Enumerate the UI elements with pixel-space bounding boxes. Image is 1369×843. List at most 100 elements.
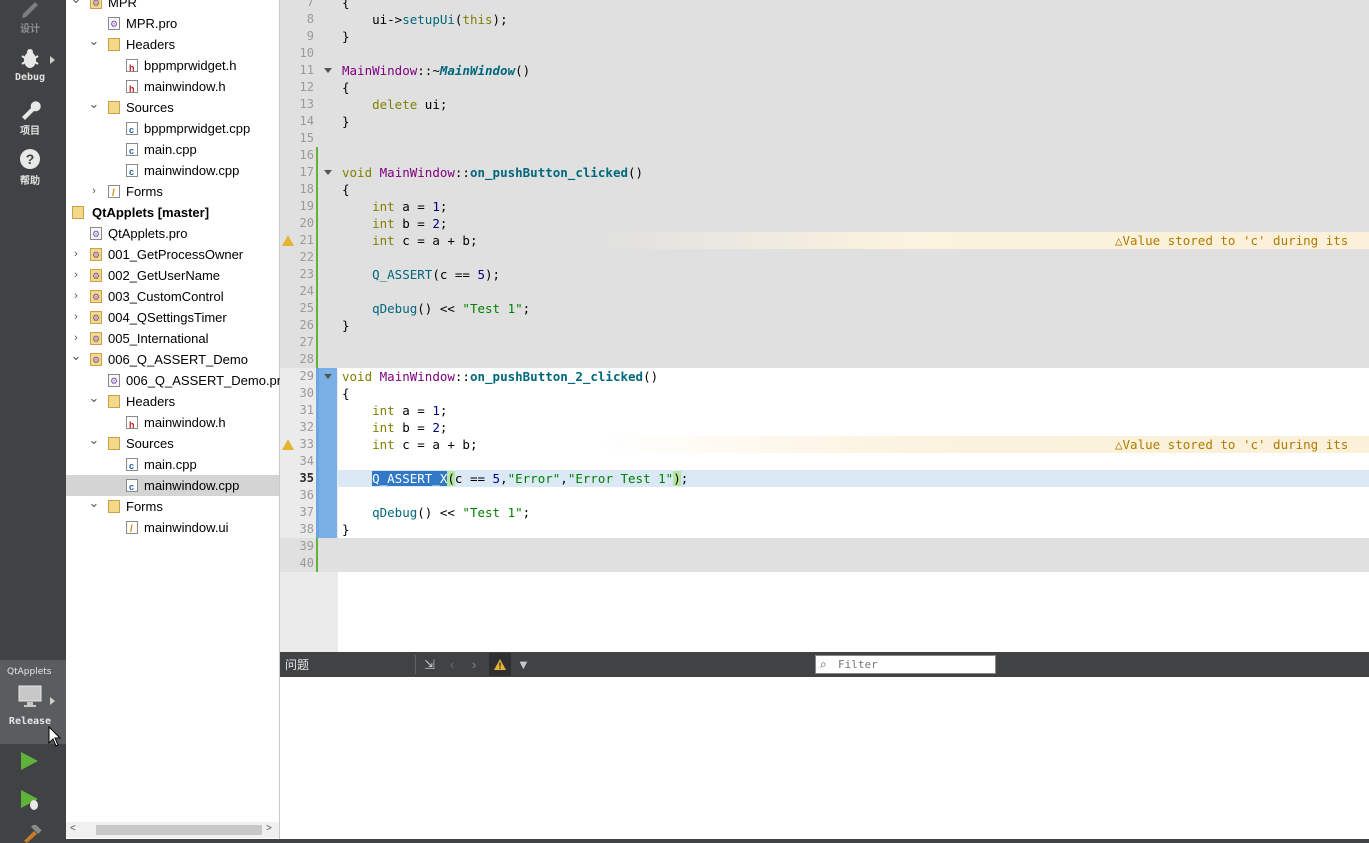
chevron-right-icon[interactable]: › <box>70 265 82 286</box>
code-line[interactable]: delete ui; <box>342 96 447 113</box>
tree-item[interactable]: bppmprwidget.cpp <box>66 118 279 141</box>
chevron-down-icon[interactable]: ⌄ <box>88 93 100 114</box>
warning-annotation[interactable]: △Value stored to 'c' during its <box>1115 436 1348 453</box>
code-line[interactable]: int b = 2; <box>342 419 447 436</box>
code-line[interactable]: qDebug() << "Test 1"; <box>342 300 530 317</box>
scrollbar-thumb[interactable] <box>96 825 262 835</box>
mode-debug[interactable]: Debug <box>0 46 60 83</box>
pro-file-icon <box>108 14 120 35</box>
chevron-down-icon[interactable]: ⌄ <box>88 30 100 51</box>
tree-item[interactable]: main.cpp <box>66 139 279 162</box>
code-line[interactable]: Q_ASSERT(c == 5); <box>342 266 500 283</box>
issues-list[interactable] <box>280 677 1369 839</box>
code-line[interactable]: int c = a + b; <box>342 436 477 453</box>
code-line[interactable]: int b = 2; <box>342 215 447 232</box>
chevron-down-icon[interactable]: ⌄ <box>88 492 100 513</box>
tree-item-label: bppmprwidget.h <box>144 58 237 73</box>
chevron-down-icon[interactable]: ⌄ <box>88 387 100 408</box>
tree-item-label: main.cpp <box>144 457 197 472</box>
code-line[interactable]: int a = 1; <box>342 198 447 215</box>
prev-icon[interactable]: ‹ <box>450 657 454 672</box>
code-line[interactable]: { <box>342 79 350 96</box>
tree-item[interactable]: ⌄ Sources <box>66 432 279 454</box>
code-line[interactable]: { <box>342 0 350 11</box>
tree-item[interactable]: › 004_QSettingsTimer <box>66 307 279 329</box>
tree-item[interactable]: ⌄ MPR <box>66 0 279 14</box>
tree-item[interactable]: QtApplets [master] <box>66 202 279 223</box>
line-number: 22 <box>299 250 314 264</box>
mode-design[interactable]: 设计 <box>0 0 60 35</box>
clean-icon[interactable]: ⇲ <box>424 657 435 673</box>
code-line[interactable]: int c = a + b; <box>342 232 477 249</box>
run-icon[interactable] <box>18 750 40 772</box>
code-line[interactable]: { <box>342 385 350 402</box>
tree-item[interactable]: ⌄ Headers <box>66 390 279 412</box>
code-line[interactable]: { <box>342 181 350 198</box>
tree-item-label: Sources <box>126 100 174 115</box>
tree-item[interactable]: › 003_CustomControl <box>66 286 279 308</box>
tree-item[interactable]: ⌄ 006_Q_ASSERT_Demo <box>66 348 279 371</box>
tree-item[interactable]: ⌄ Sources <box>66 96 279 118</box>
project-folder-icon <box>90 287 102 308</box>
tree-item[interactable]: ⌄ Headers <box>66 33 279 55</box>
code-line[interactable]: } <box>342 28 350 45</box>
next-icon[interactable]: › <box>472 657 476 672</box>
line-number: 27 <box>299 335 314 349</box>
code-line[interactable]: qDebug() << "Test 1"; <box>342 504 530 521</box>
folder-icon <box>108 437 120 450</box>
filter-icon[interactable]: ▼ <box>517 657 530 672</box>
chevron-down-icon[interactable]: ⌄ <box>70 0 82 9</box>
tree-item[interactable]: ⌄ Forms <box>66 495 279 517</box>
scroll-left-icon[interactable]: < <box>70 823 76 834</box>
chevron-right-icon[interactable]: › <box>70 307 82 328</box>
warning-annotation[interactable]: △Value stored to 'c' during its <box>1115 232 1348 249</box>
tree-item[interactable]: ›005_International <box>66 328 279 350</box>
code-line[interactable]: ui->setupUi(this); <box>342 11 508 28</box>
chevron-down-icon[interactable]: ⌄ <box>88 429 100 450</box>
chevron-right-icon[interactable]: › <box>70 244 82 265</box>
code-line[interactable]: } <box>342 521 350 538</box>
code-line[interactable]: Q_ASSERT_X(c == 5,"Error","Error Test 1"… <box>342 470 688 487</box>
warning-icon[interactable] <box>282 235 294 246</box>
show-warnings-button[interactable] <box>489 653 511 676</box>
tree-item-label: mainwindow.h <box>144 415 226 430</box>
code-line[interactable]: int a = 1; <box>342 402 447 419</box>
mode-debug-arrow-icon[interactable] <box>50 56 55 64</box>
chevron-right-icon[interactable]: › <box>88 181 100 202</box>
tree-item[interactable]: main.cpp <box>66 454 279 477</box>
scroll-right-icon[interactable]: > <box>266 823 272 834</box>
tree-item[interactable]: mainwindow.ui <box>66 517 279 540</box>
chevron-down-icon[interactable]: ⌄ <box>70 345 82 366</box>
mode-project[interactable]: 项目 <box>0 96 60 137</box>
warning-icon[interactable] <box>282 439 294 450</box>
line-number: 24 <box>299 284 314 298</box>
line-number: 17 <box>299 165 314 179</box>
mode-help[interactable]: ? 帮助 <box>0 146 60 187</box>
tree-item[interactable]: › 002_GetUserName <box>66 265 279 287</box>
code-line[interactable]: } <box>342 317 350 334</box>
tree-item[interactable]: QtApplets.pro <box>66 223 279 245</box>
tree-horizontal-scrollbar[interactable]: < > <box>66 822 279 838</box>
tree-item[interactable]: mainwindow.cpp <box>66 160 279 183</box>
filter-field[interactable]: ⌕ <box>815 655 996 674</box>
code-line[interactable]: void MainWindow::on_pushButton_clicked() <box>342 164 643 181</box>
tree-item[interactable]: › 001_GetProcessOwner <box>66 244 279 266</box>
fold-arrow-icon[interactable] <box>324 170 332 175</box>
filter-input[interactable] <box>838 657 988 672</box>
tree-item-label: Forms <box>126 499 163 514</box>
code-line[interactable]: } <box>342 113 350 130</box>
code-line[interactable]: MainWindow::~MainWindow() <box>342 62 530 79</box>
tree-item[interactable]: › Forms <box>66 181 279 204</box>
fold-arrow-icon[interactable] <box>324 374 332 379</box>
line-number: 32 <box>299 420 314 434</box>
tree-item[interactable]: bppmprwidget.h <box>66 55 279 79</box>
fold-arrow-icon[interactable] <box>324 68 332 73</box>
code-line[interactable]: void MainWindow::on_pushButton_2_clicked… <box>342 368 658 385</box>
chevron-right-icon[interactable]: › <box>70 286 82 307</box>
debug-run-icon[interactable] <box>18 788 42 812</box>
build-hammer-icon[interactable] <box>20 825 42 843</box>
line-number: 35 <box>299 471 314 485</box>
tree-item-label: Headers <box>126 37 176 52</box>
tree-item-label: 003_CustomControl <box>108 289 224 304</box>
line-number: 40 <box>299 556 314 570</box>
